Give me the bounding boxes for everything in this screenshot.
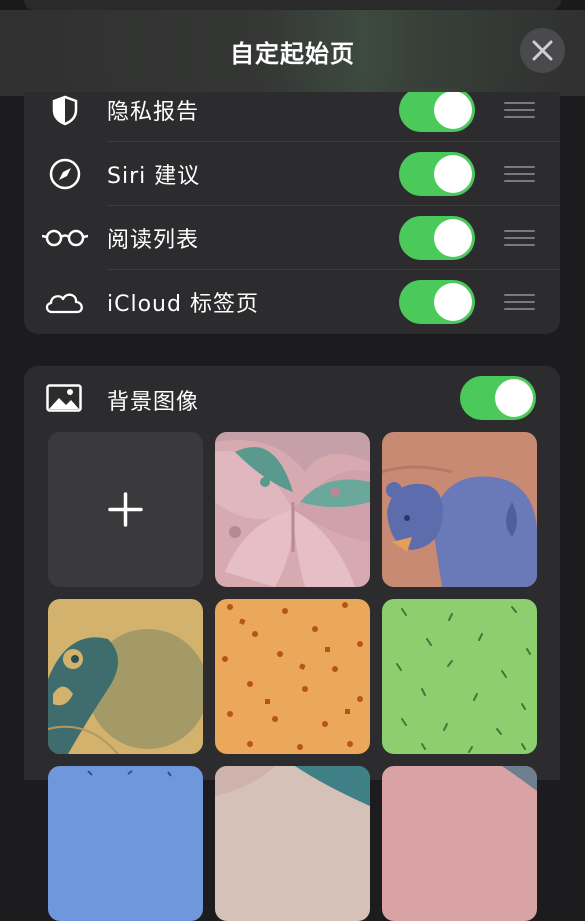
wallpaper-tile-parrot[interactable] (48, 599, 203, 754)
wallpaper-tile-bear[interactable] (382, 432, 537, 587)
photo-icon (46, 384, 82, 416)
close-icon (532, 40, 553, 61)
compass-icon (42, 156, 88, 192)
section-row-label: iCloud 标签页 (107, 292, 259, 317)
section-row-icloud-tabs: iCloud 标签页 (24, 270, 560, 334)
section-row-siri-suggestions: Siri 建议 (24, 142, 560, 206)
section-row-label: 隐私报告 (107, 100, 200, 125)
background-image-card: 背景图像 (24, 366, 560, 921)
privacy-report-toggle[interactable] (399, 88, 475, 132)
reorder-handle-icon[interactable] (504, 230, 535, 246)
background-image-toggle[interactable] (460, 376, 536, 420)
reorder-handle-icon[interactable] (504, 102, 535, 118)
toggle-knob (434, 283, 472, 321)
reorder-handle-icon[interactable] (504, 166, 535, 182)
sheet-edge (0, 0, 585, 10)
reorder-handle-icon[interactable] (504, 294, 535, 310)
wallpaper-tile-pink[interactable] (382, 766, 537, 921)
wallpaper-tile-teal[interactable] (215, 766, 370, 921)
toggle-knob (434, 91, 472, 129)
section-row-reading-list: 阅读列表 (24, 206, 560, 270)
toggle-knob (434, 155, 472, 193)
wallpaper-tile-orange-pattern[interactable] (215, 599, 370, 754)
section-row-label: Siri 建议 (107, 164, 201, 189)
shield-icon (42, 92, 88, 128)
start-page-sections-card: 隐私报告 Siri 建议 阅读列表 iCloud 标签页 (24, 78, 560, 334)
add-background-tile[interactable] (48, 432, 203, 587)
section-row-label: 阅读列表 (107, 228, 200, 253)
siri-suggestions-toggle[interactable] (399, 152, 475, 196)
reading-list-toggle[interactable] (399, 216, 475, 260)
wallpaper-tile-blue[interactable] (48, 766, 203, 921)
cloud-icon (42, 284, 88, 320)
glasses-icon (41, 220, 89, 256)
wallpaper-tile-green-pattern[interactable] (382, 599, 537, 754)
icloud-tabs-toggle[interactable] (399, 280, 475, 324)
toggle-knob (495, 379, 533, 417)
page-title: 自定起始页 (230, 40, 355, 68)
toggle-knob (434, 219, 472, 257)
close-button[interactable] (520, 28, 565, 73)
plus-icon (108, 492, 143, 527)
wallpaper-tile-butterfly[interactable] (215, 432, 370, 587)
background-image-label: 背景图像 (107, 390, 200, 415)
sheet-notch (24, 0, 561, 10)
